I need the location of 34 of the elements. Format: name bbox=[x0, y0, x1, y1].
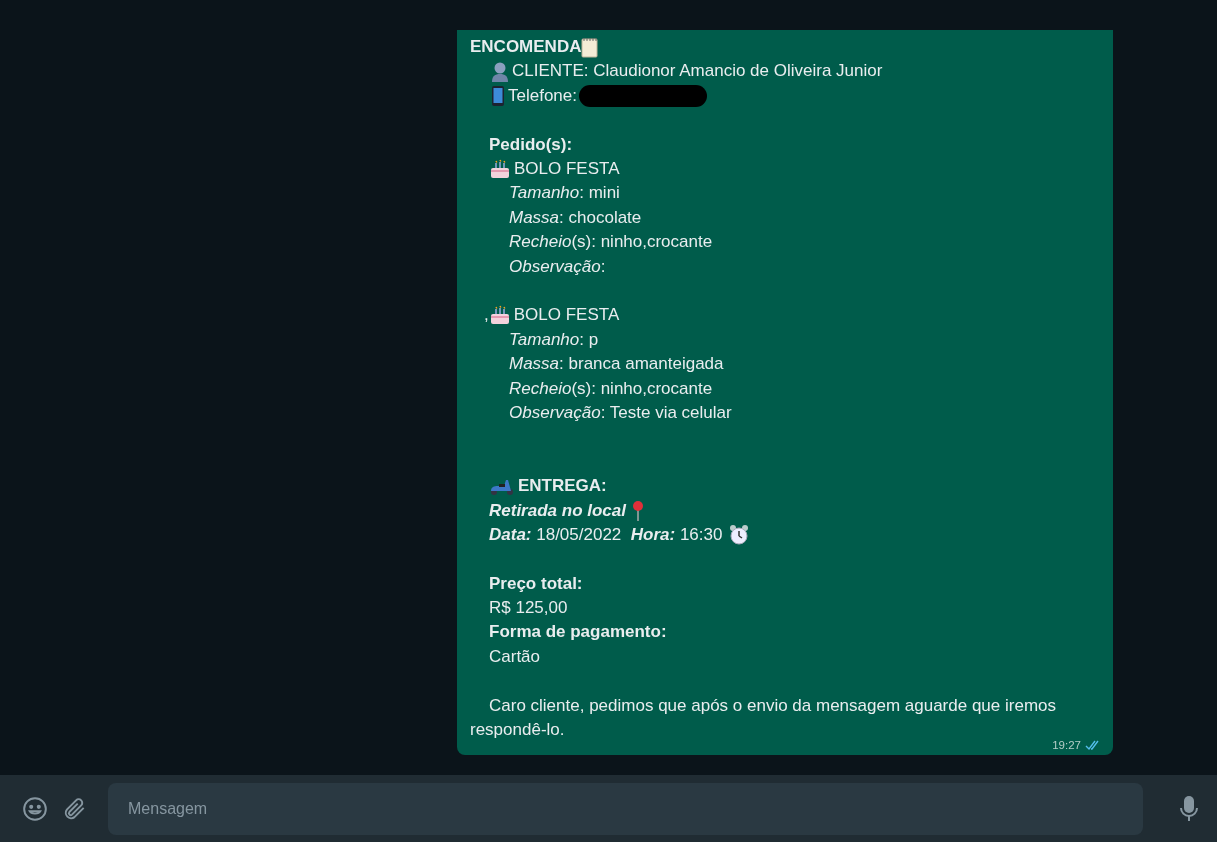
value-text: Cartão bbox=[489, 645, 541, 668]
order-title: ENCOMENDA bbox=[470, 36, 582, 59]
item-detail: Observação: bbox=[509, 255, 606, 278]
value-text: R$ 125,00 bbox=[489, 597, 568, 620]
item-detail: Tamanho: p bbox=[509, 328, 599, 351]
alarm-clock-icon bbox=[728, 524, 751, 546]
order-item: BOLO FESTA bbox=[514, 158, 620, 181]
phone-label: Telefone: bbox=[508, 84, 577, 107]
section-heading: Pedido(s): bbox=[489, 133, 573, 156]
pin-icon bbox=[632, 499, 644, 522]
microphone-button[interactable] bbox=[1179, 794, 1199, 823]
date-time-text: Data: 18/05/2022 Hora: 16:30 bbox=[489, 523, 723, 546]
item-detail: Recheio(s): ninho,crocante bbox=[509, 231, 713, 254]
section-heading: Preço total: bbox=[489, 572, 583, 595]
cake-icon bbox=[489, 159, 511, 180]
item-detail: Tamanho: mini bbox=[509, 182, 620, 205]
message-time: 19:27 bbox=[1052, 739, 1081, 753]
emoji-button[interactable] bbox=[22, 795, 48, 822]
closing-paragraph: Caro cliente, pedimos que após o envio da mensagem aguarde que iremos respondê-lo. bbox=[470, 694, 1057, 741]
section-heading: Forma de pagamento: bbox=[489, 621, 667, 644]
smartphone-icon bbox=[491, 84, 505, 107]
client-name: CLIENTE: Claudionor Amancio de Oliveira Junior bbox=[512, 60, 883, 83]
item-detail: Massa: branca amanteigada bbox=[509, 353, 724, 376]
message-input[interactable]: Mensagem bbox=[108, 782, 1143, 835]
comma-text: , bbox=[484, 304, 489, 327]
notepad-icon bbox=[581, 36, 599, 58]
item-detail: Observação: Teste via celular bbox=[509, 401, 732, 424]
pickup-text: Retirada no local bbox=[489, 499, 626, 522]
item-detail: Massa: chocolate bbox=[509, 206, 642, 229]
delivery-heading: ENTREGA: bbox=[518, 475, 607, 498]
person-icon bbox=[491, 60, 509, 83]
cake-icon bbox=[488, 305, 511, 326]
order-item: BOLO FESTA bbox=[513, 304, 620, 327]
item-detail: Recheio(s): ninho,crocante bbox=[509, 377, 713, 400]
